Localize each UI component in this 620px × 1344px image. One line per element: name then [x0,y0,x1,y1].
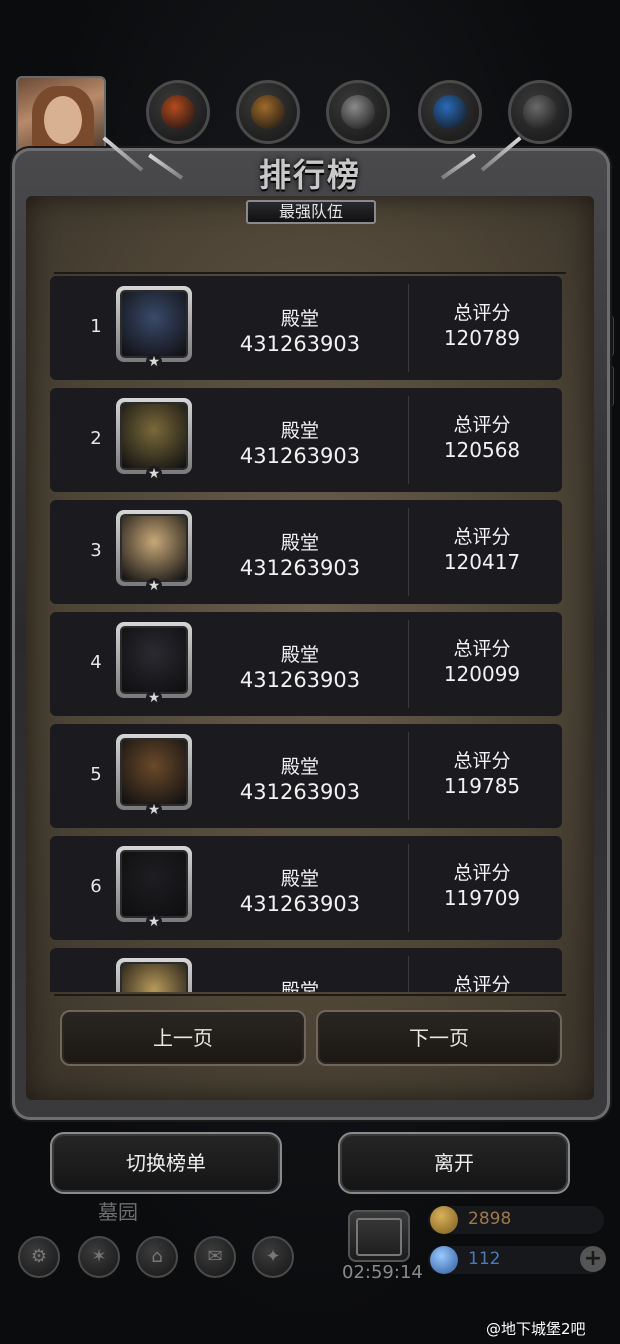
leaderboard-row[interactable]: 1 ★ 殿堂 431263903 总评分 120789 [50,276,562,380]
total-score: 120789 [443,326,521,350]
hero-avatar[interactable] [116,510,192,586]
settings-icon[interactable]: ⚙ [18,1236,60,1278]
countdown-timer: 02:59:14 [342,1262,423,1283]
gem-counter: 112 [428,1246,604,1274]
add-gems-button[interactable]: + [580,1246,606,1272]
ranking-list[interactable]: 1 ★ 殿堂 431263903 总评分 120789 2 ★ 殿堂 431263903 总评分 12… [50,276,568,992]
leaderboard-row[interactable]: 5 ★ 殿堂 431263903 总评分 119785 [50,724,562,828]
guild-name: 殿堂 [280,980,319,992]
skills-icon[interactable]: ✶ [78,1236,120,1278]
meat-icon[interactable] [146,80,210,144]
score-label: 总评分 [453,974,511,992]
player-id: 431263903 [239,556,361,580]
list-divider-bottom [54,994,566,996]
mail-icon[interactable]: ✉ [194,1236,236,1278]
guild-name: 殿堂 [280,756,319,778]
leaderboard-category: 最强队伍 [246,200,376,224]
leaderboard-row[interactable]: 6 ★ 殿堂 431263903 总评分 119709 [50,836,562,940]
hero-avatar[interactable] [116,846,192,922]
score-label: 总评分 [453,862,511,884]
star-icon: ★ [146,802,162,818]
star-icon: ★ [146,914,162,930]
list-divider-top [54,272,566,274]
guild-name: 殿堂 [280,644,319,666]
hero-avatar[interactable] [116,734,192,810]
leaderboard-row[interactable]: 3 ★ 殿堂 431263903 总评分 120417 [50,500,562,604]
row-divider [408,956,409,992]
chest-icon[interactable] [348,1210,410,1262]
watermark: @地下城堡2吧 [486,1320,586,1338]
row-divider [408,844,409,932]
gem-amount: 112 [468,1249,501,1269]
star-icon: ★ [146,578,162,594]
player-id: 431263903 [239,780,361,804]
gold-amount: 2898 [468,1209,512,1229]
map-icon[interactable]: ✦ [252,1236,294,1278]
row-divider [408,396,409,484]
total-score: 120099 [443,662,521,686]
page-title: 排行榜 [258,156,361,194]
gold-counter: 2898 [428,1206,604,1234]
guild-name: 殿堂 [280,420,319,442]
row-divider [408,508,409,596]
row-divider [408,284,409,372]
star-icon: ★ [146,690,162,706]
score-label: 总评分 [453,414,511,436]
title-plaque: 排行榜 [228,148,392,204]
crystal-icon[interactable] [418,80,482,144]
location-label: 墓园 [98,1200,138,1224]
rank-number: 5 [90,764,102,785]
next-page-button[interactable]: 下一页 [316,1010,562,1066]
gem-icon [430,1246,458,1274]
rank-number: 1 [90,316,102,337]
quest-icon[interactable]: ⌂ [136,1236,178,1278]
rank-number: 2 [90,428,102,449]
hero-avatar[interactable] [116,398,192,474]
score-label: 总评分 [453,638,511,660]
hero-avatar[interactable] [116,958,192,992]
switch-board-button[interactable]: 切换榜单 [50,1132,282,1194]
rank-number: 6 [90,876,102,897]
total-score: 120568 [443,438,521,462]
row-divider [408,620,409,708]
total-score: 119709 [443,886,521,910]
player-id: 431263903 [239,332,361,356]
leave-button[interactable]: 离开 [338,1132,570,1194]
gold-coin-icon [430,1206,458,1234]
wood-icon[interactable] [236,80,300,144]
guild-name: 殿堂 [280,532,319,554]
iron-icon[interactable] [508,80,572,144]
portrait-face [44,96,82,144]
total-score: 120417 [443,550,521,574]
score-label: 总评分 [453,302,511,324]
star-icon: ★ [146,354,162,370]
guild-name: 殿堂 [280,868,319,890]
player-id: 431263903 [239,892,361,916]
hero-avatar[interactable] [116,286,192,362]
rank-number: 3 [90,540,102,561]
leaderboard-row[interactable]: ★殿堂总评分 [50,948,562,992]
guild-name: 殿堂 [280,308,319,330]
star-icon: ★ [146,466,162,482]
hero-avatar[interactable] [116,622,192,698]
prev-page-button[interactable]: 上一页 [60,1010,306,1066]
stone-icon[interactable] [326,80,390,144]
total-score: 119785 [443,774,521,798]
score-label: 总评分 [453,526,511,548]
score-label: 总评分 [453,750,511,772]
player-id: 431263903 [239,668,361,692]
rank-number: 4 [90,652,102,673]
row-divider [408,732,409,820]
leaderboard-row[interactable]: 2 ★ 殿堂 431263903 总评分 120568 [50,388,562,492]
player-id: 431263903 [239,444,361,468]
leaderboard-row[interactable]: 4 ★ 殿堂 431263903 总评分 120099 [50,612,562,716]
